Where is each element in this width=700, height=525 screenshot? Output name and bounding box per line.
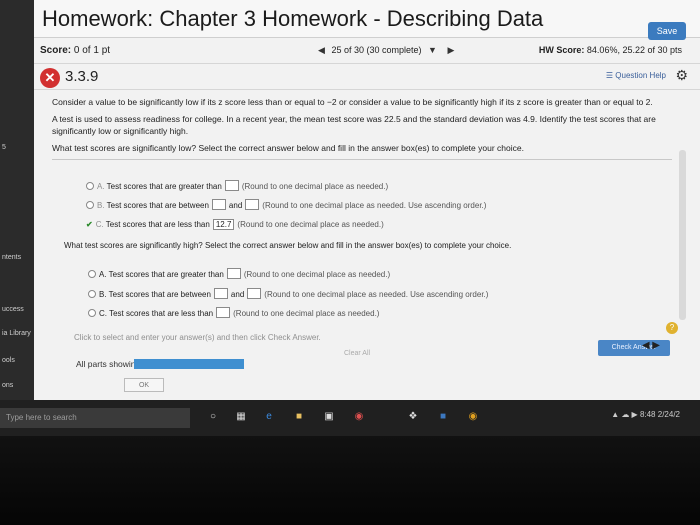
radio-icon[interactable] — [88, 309, 96, 317]
edge-icon[interactable]: e — [262, 410, 276, 424]
answer-box[interactable] — [247, 288, 262, 299]
ok-button[interactable]: OK — [124, 378, 164, 392]
task-view-icon[interactable]: ▦ — [234, 410, 248, 424]
progress-fill — [134, 359, 244, 369]
score-value: 0 of 1 pt — [73, 45, 111, 56]
list-icon: ☰ — [605, 71, 614, 80]
x-icon: ✕ — [40, 68, 60, 88]
answer-box[interactable] — [211, 199, 226, 210]
q1-option-c[interactable]: ✔ C. Test scores that are less than 12.7 (R… — [86, 219, 384, 230]
radio-icon[interactable] — [88, 270, 96, 278]
answer-box[interactable] — [226, 268, 241, 279]
q1-option-b[interactable]: B. Test scores that are between and (Round… — [86, 199, 486, 210]
sidebar-item-success[interactable]: uccess — [2, 306, 24, 313]
answer-box[interactable] — [245, 199, 260, 210]
taskbar: Type here to search ○ ▦ e ■ ▣ ◉ ❖ ■ ◉ ▲ … — [0, 400, 700, 436]
store-icon[interactable]: ▣ — [322, 410, 336, 424]
parts-label: All parts showing — [76, 359, 141, 369]
next-question-icon[interactable]: ▶ — [447, 45, 454, 56]
checkmark-icon: ✔ — [86, 220, 93, 229]
question-body: A test is used to assess readiness for c… — [52, 114, 656, 136]
gear-icon[interactable]: ⚙ — [675, 67, 688, 84]
prev-question-icon[interactable]: ◀ — [318, 45, 325, 56]
app-icon[interactable]: ◉ — [352, 410, 366, 424]
dropdown-icon[interactable]: ▼ — [428, 45, 437, 55]
question-help-label: Question Help — [615, 71, 666, 80]
app-sidebar: 5 ntents uccess ia Library ools ons — [0, 0, 34, 440]
sidebar-item-tools[interactable]: ools — [2, 357, 15, 364]
clear-all-button[interactable]: Clear All — [344, 350, 370, 357]
help-icon[interactable]: ? — [666, 322, 678, 334]
homework-window: Homework: Chapter 3 Homework - Describin… — [34, 0, 700, 400]
question-part-2: What test scores are significantly high?… — [64, 241, 512, 250]
word-icon[interactable]: ■ — [436, 410, 450, 424]
question-number: 3.3.9 — [65, 68, 99, 85]
q2-option-c[interactable]: C. Test scores that are less than (Round … — [88, 307, 379, 318]
clock-date[interactable]: 2/24/2 — [658, 410, 680, 419]
page-title: Homework: Chapter 3 Homework - Describin… — [42, 6, 544, 31]
question-help-button[interactable]: ☰ Question Help — [606, 71, 666, 80]
q1-option-a[interactable]: A. Test scores that are greater than (Rou… — [86, 180, 388, 191]
dropbox-icon[interactable]: ❖ — [406, 410, 420, 424]
hw-score: HW Score: 84.06%, 25.22 of 30 pts — [539, 45, 682, 55]
sidebar-item[interactable]: 5 — [2, 144, 6, 151]
question-intro: Consider a value to be significantly low… — [52, 97, 653, 107]
question-position: 25 of 30 (30 complete) — [331, 45, 422, 55]
instruction-text: Click to select and enter your answer(s)… — [74, 333, 321, 342]
next-part-icon[interactable]: ▶ — [652, 340, 660, 351]
radio-icon[interactable] — [88, 290, 96, 298]
question-header: ✕ 3.3.9 ☰ Question Help ⚙ — [34, 64, 700, 90]
question-part-1: What test scores are significantly low? … — [52, 143, 524, 153]
divider — [52, 159, 672, 160]
score-display: Score: 0 of 1 pt — [40, 45, 110, 56]
answer-box[interactable] — [213, 288, 228, 299]
answer-box[interactable] — [224, 180, 239, 191]
score-label: Score: — [40, 45, 72, 56]
answer-box[interactable] — [216, 307, 231, 318]
sidebar-item-options[interactable]: ons — [2, 382, 13, 389]
q2-option-a[interactable]: A. Test scores that are greater than (Rou… — [88, 268, 390, 279]
sidebar-item-library[interactable]: ia Library — [2, 330, 31, 337]
question-nav: ◀ 25 of 30 (30 complete) ▼ ▶ — [314, 45, 458, 56]
chrome-icon[interactable]: ◉ — [466, 410, 480, 424]
system-tray: ▲ ☁ ▶ 8:48 2/24/2 — [611, 410, 680, 419]
prev-part-icon[interactable]: ◀ — [642, 340, 650, 351]
search-input[interactable]: Type here to search — [0, 408, 190, 428]
tray-icons[interactable]: ▲ ☁ ▶ — [611, 410, 638, 419]
answer-value[interactable]: 12.7 — [212, 219, 235, 230]
part-nav: ◀ ▶ — [642, 340, 660, 351]
hw-score-label: HW Score: — [538, 45, 585, 55]
cortana-icon[interactable]: ○ — [206, 410, 220, 424]
scrollbar[interactable] — [679, 150, 686, 320]
radio-icon[interactable] — [86, 182, 94, 190]
title-bar: Homework: Chapter 3 Homework - Describin… — [34, 0, 700, 40]
clock-time[interactable]: 8:48 — [640, 410, 656, 419]
q2-option-b[interactable]: B. Test scores that are between and (Round… — [88, 288, 488, 299]
progress-bar — [134, 359, 244, 369]
sidebar-item-contents[interactable]: ntents — [2, 254, 21, 261]
radio-icon[interactable] — [86, 201, 94, 209]
score-bar: Score: 0 of 1 pt ◀ 25 of 30 (30 complete… — [34, 38, 700, 64]
question-content: Consider a value to be significantly low… — [52, 96, 672, 165]
hw-score-value: 84.06%, 25.22 of 30 pts — [586, 45, 682, 55]
folder-icon[interactable]: ■ — [292, 410, 306, 424]
monitor-bezel — [0, 436, 700, 525]
